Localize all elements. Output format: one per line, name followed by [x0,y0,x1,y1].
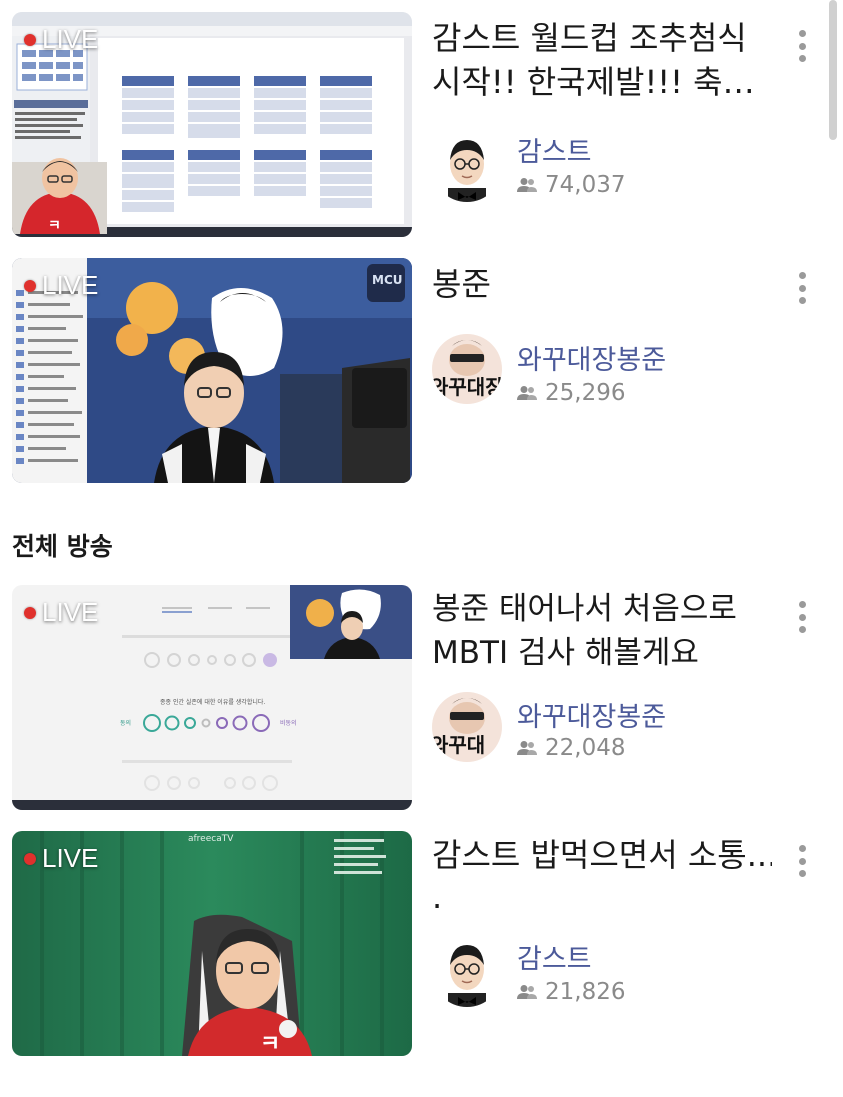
live-badge: LIVE [24,597,98,628]
channel-avatar[interactable]: 와꾸대 [432,692,502,762]
more-options-button[interactable] [792,597,812,637]
mcu-logo-text: MCU [372,273,403,287]
viewer-count: 22,048 [517,735,625,761]
live-dot-icon [24,606,36,619]
scrollbar[interactable] [829,0,837,140]
live-badge-label: LIVE [42,24,99,54]
stream-title[interactable]: 봉준 태어나서 처음으로 MBTI 검사 해볼게요 [432,587,772,675]
viewers-icon [517,741,537,755]
afreeca-logo-text: afreecaTV [188,834,234,844]
channel-avatar[interactable]: 와꾸대장 [432,334,502,404]
avatar-caption: 와꾸대 [432,733,485,757]
channel-name[interactable]: 감스트 [517,130,592,169]
channel-name[interactable]: 와꾸대장봉준 [517,695,666,734]
stream-thumbnail[interactable]: A조 ㅋ LIVE [12,12,412,237]
live-badge-label: LIVE [42,843,99,873]
stream-title[interactable]: 감스트 밥먹으면서 소통... [432,833,772,877]
live-badge: LIVE [24,843,98,874]
live-badge: LIVE [24,270,98,301]
viewer-count: 74,037 [517,172,625,198]
viewer-count-value: 74,037 [545,172,626,198]
viewers-icon [517,178,537,192]
viewer-count-value: 25,296 [545,380,626,406]
svg-text:ㅋ: ㅋ [48,218,61,234]
more-options-button[interactable] [792,268,812,308]
mbti-agree-label: 동의 [120,719,131,727]
viewer-count: 21,826 [517,979,625,1005]
section-title: 전체 방송 [12,532,113,561]
avatar-bongjun-icon: 와꾸대장 [432,334,502,404]
more-options-button[interactable] [792,26,812,66]
avatar-gamst-icon [432,937,502,1007]
more-options-button[interactable] [792,841,812,881]
stream-title[interactable]: 감스트 월드컵 조추첨식 시작!! 한국제발!!! 축구... [432,16,772,104]
stream-thumbnail[interactable]: MCU LIVE [12,258,412,483]
live-badge-label: LIVE [42,270,99,300]
viewer-count: 25,296 [517,380,625,406]
mbti-disagree-label: 비동의 [280,719,297,727]
live-dot-icon [24,279,36,292]
stream-title-continuation[interactable]: . [432,875,772,919]
viewer-count-value: 21,826 [545,979,626,1005]
viewers-icon [517,985,537,999]
viewers-icon [517,386,537,400]
avatar-bongjun-icon: 와꾸대 [432,692,502,762]
stream-title[interactable]: 봉준 [432,262,772,306]
avatar-caption: 와꾸대장 [432,375,502,399]
stream-thumbnail[interactable]: 종종 인간 실존에 대한 이유를 생각합니다. 동의 비동의 LIVE [12,585,412,810]
avatar-gamst-icon [432,132,502,202]
svg-text:ㅋ: ㅋ [260,1032,280,1056]
channel-avatar[interactable] [432,132,502,202]
live-dot-icon [24,852,36,865]
channel-avatar[interactable] [432,937,502,1007]
live-badge: LIVE [24,24,98,55]
channel-name[interactable]: 감스트 [517,937,592,976]
channel-name[interactable]: 와꾸대장봉준 [517,338,666,377]
mbti-question-text: 종종 인간 실존에 대한 이유를 생각합니다. [160,698,265,706]
viewer-count-value: 22,048 [545,735,626,761]
live-badge-label: LIVE [42,597,99,627]
live-dot-icon [24,33,36,46]
stream-thumbnail[interactable]: afreecaTV ㅋ LIVE [12,831,412,1056]
